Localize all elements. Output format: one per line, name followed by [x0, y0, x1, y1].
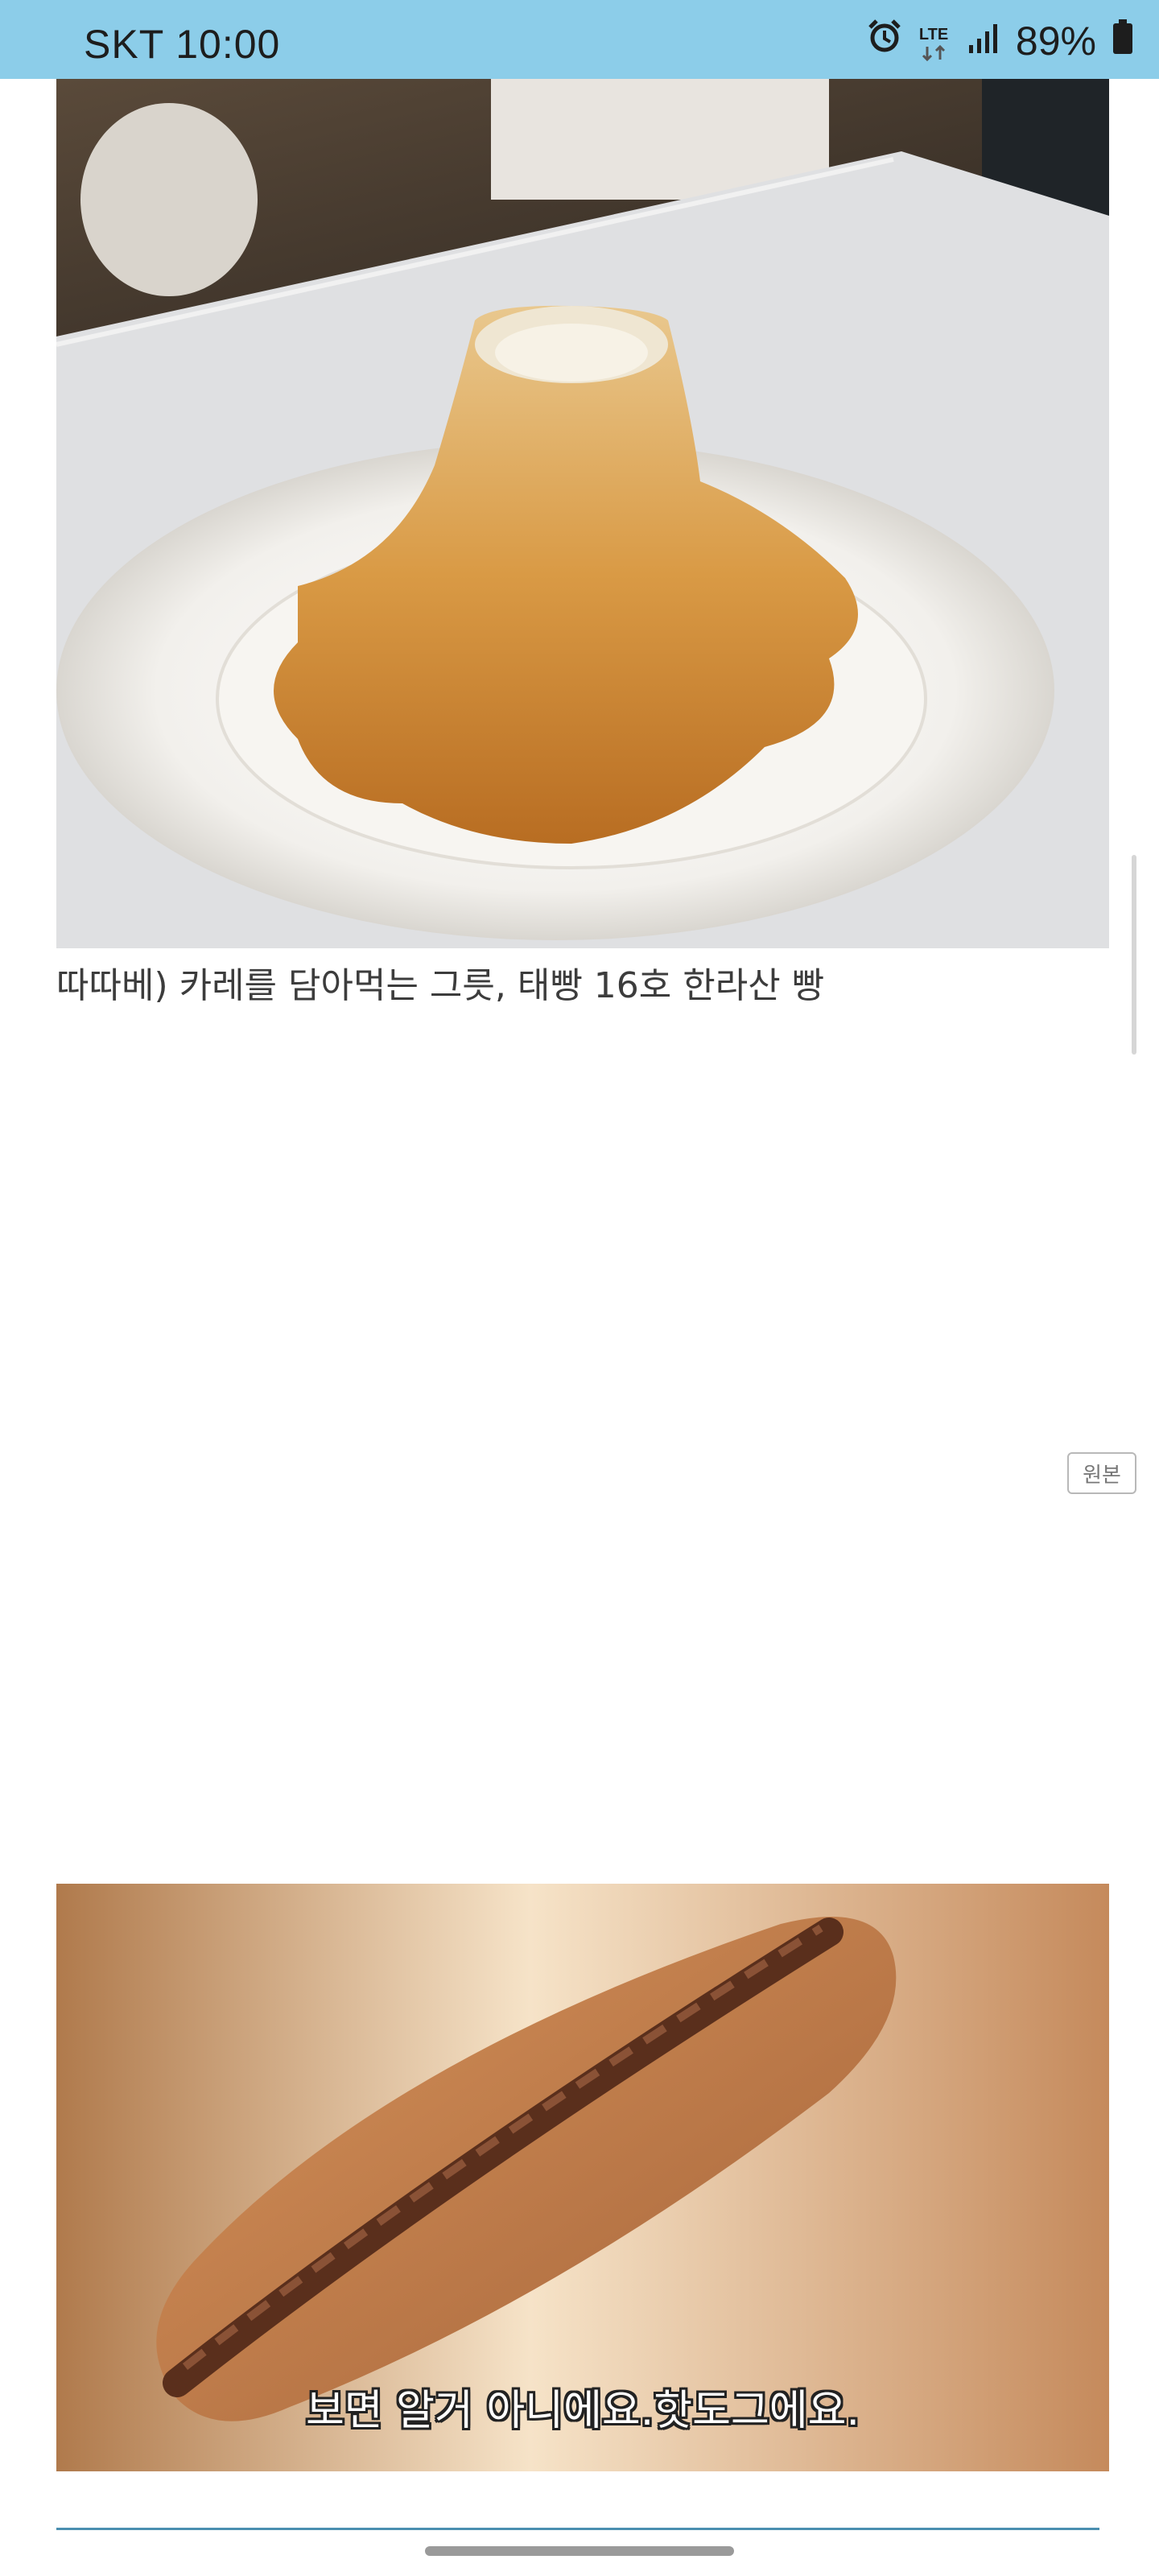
battery-icon: [1112, 18, 1133, 64]
video-subtitle: 보면 알거 아니에요.핫도그에요.: [305, 2387, 860, 2435]
home-indicator[interactable]: [425, 2546, 734, 2556]
signal-icon: [967, 18, 1000, 64]
status-bar: SKT 10:00 LTE 89%: [0, 0, 1159, 79]
volcano-bread-photo: [56, 79, 1109, 948]
lte-icon: LTE: [919, 21, 951, 61]
original-button[interactable]: 원본: [1067, 1452, 1136, 1494]
content-divider: [56, 2528, 1099, 2530]
carrier-time: SKT 10:00: [84, 22, 281, 67]
network-label: LTE: [918, 26, 949, 43]
scrollbar[interactable]: [1132, 855, 1136, 1055]
alarm-icon: [866, 18, 903, 64]
hotdog-anime-image: 보면 알거 아니에요.핫도그에요.: [56, 1884, 1109, 2471]
status-icons: LTE 89%: [866, 18, 1133, 64]
post-caption: 따따베) 카레를 담아먹는 그릇, 태빵 16호 한라산 빵: [56, 965, 825, 1006]
battery-percent: 89%: [1015, 19, 1096, 64]
